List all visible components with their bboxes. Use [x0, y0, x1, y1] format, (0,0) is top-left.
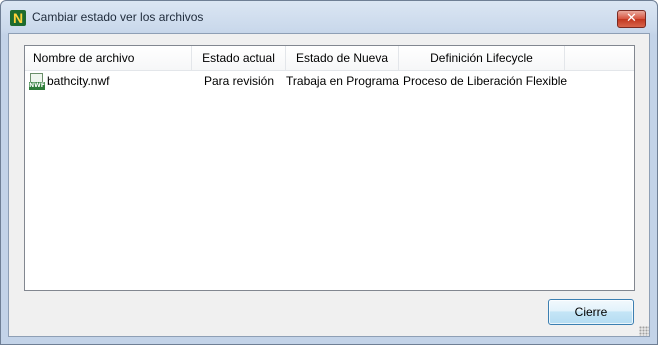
- close-icon: ✕: [626, 11, 637, 26]
- list-header: Nombre de archivo Estado actual Estado d…: [25, 46, 634, 71]
- new-state-cell: Trabaja en Programa: [286, 74, 399, 88]
- dialog-window: N Cambiar estado ver los archivos ✕ Nomb…: [0, 0, 658, 345]
- title-bar[interactable]: N Cambiar estado ver los archivos ✕: [1, 1, 657, 33]
- table-row[interactable]: NWF bathcity.nwf Para revisión Trabaja e…: [25, 71, 634, 91]
- column-header-lifecycle[interactable]: Definición Lifecycle: [399, 46, 565, 70]
- files-list-view[interactable]: Nombre de archivo Estado actual Estado d…: [24, 45, 635, 291]
- close-dialog-button[interactable]: Cierre: [548, 299, 634, 325]
- file-name-cell: bathcity.nwf: [47, 74, 110, 88]
- column-header-current-state[interactable]: Estado actual: [192, 46, 286, 70]
- window-title: Cambiar estado ver los archivos: [32, 10, 204, 24]
- nwf-file-icon: NWF: [29, 73, 45, 91]
- column-header-file-name[interactable]: Nombre de archivo: [25, 46, 192, 70]
- current-state-cell: Para revisión: [203, 74, 275, 88]
- column-header-new-state[interactable]: Estado de Nueva: [286, 46, 399, 70]
- resize-grip[interactable]: [639, 326, 649, 336]
- navisworks-app-icon: N: [10, 10, 26, 26]
- window-close-button[interactable]: ✕: [617, 10, 646, 28]
- lifecycle-cell: Proceso de Liberación Flexible: [403, 74, 568, 88]
- dialog-client-area: Nombre de archivo Estado actual Estado d…: [8, 33, 650, 337]
